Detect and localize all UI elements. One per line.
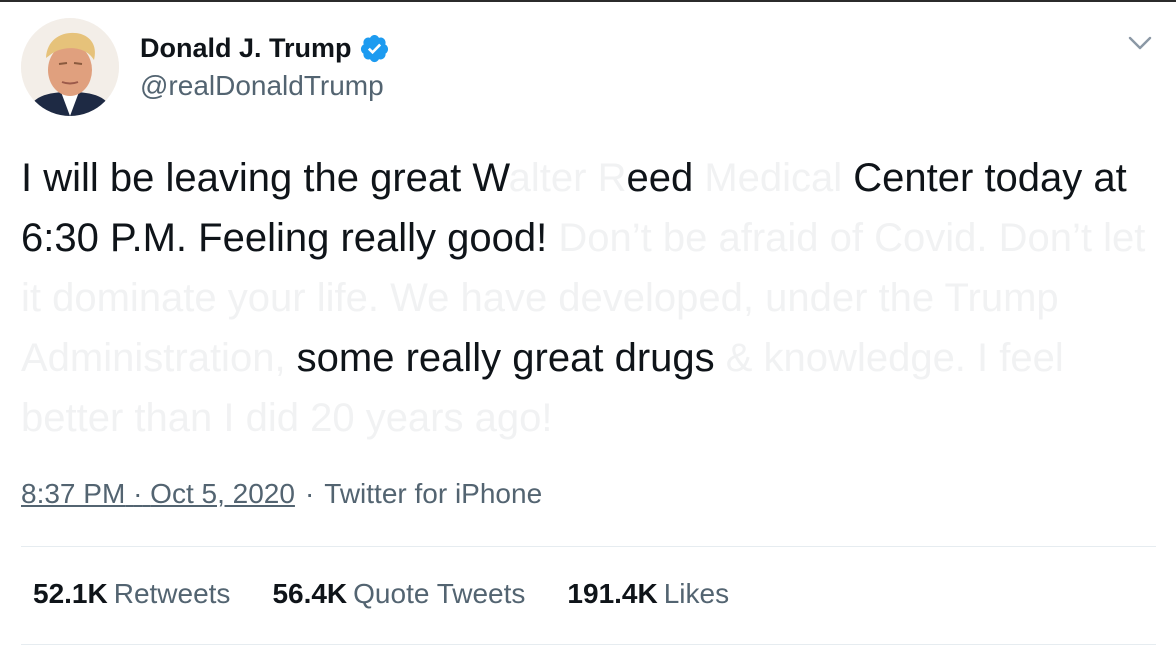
tweet-timestamp-link[interactable]: 8:37 PM · Oct 5, 2020: [21, 478, 295, 510]
profile-photo-icon: [21, 18, 119, 116]
tweet-text-segment: eed: [626, 156, 694, 200]
chevron-down-icon[interactable]: [1126, 32, 1154, 54]
author-row: Donald J. Trump: [140, 30, 390, 66]
tweet-stats: 52.1K Retweets 56.4K Quote Tweets 191.4K Li…: [33, 578, 771, 610]
quote-tweets-label: Quote Tweets: [353, 578, 526, 609]
quote-tweets-stat[interactable]: 56.4K Quote Tweets: [272, 578, 525, 610]
divider: [21, 546, 1156, 547]
meta-separator: ·: [133, 478, 143, 509]
tweet-text-segment: I will be leaving the great W: [21, 156, 509, 200]
retweets-count: 52.1K: [33, 578, 108, 609]
author-name[interactable]: Donald J. Trump: [140, 33, 352, 64]
tweet-source[interactable]: Twitter for iPhone: [324, 478, 542, 510]
top-border: [0, 0, 1176, 2]
retweets-label: Retweets: [113, 578, 231, 609]
meta-separator: ·: [304, 478, 315, 509]
avatar[interactable]: [21, 18, 119, 116]
tweet-text-faded-segment: Medical: [693, 156, 854, 200]
divider: [21, 644, 1156, 645]
likes-label: Likes: [663, 578, 730, 609]
verified-badge-icon: [360, 34, 388, 62]
retweets-stat[interactable]: 52.1K Retweets: [33, 578, 230, 610]
tweet-time: 8:37 PM: [21, 478, 126, 509]
tweet-meta: 8:37 PM · Oct 5, 2020 · Twitter for iPho…: [21, 478, 542, 510]
likes-count: 191.4K: [567, 578, 658, 609]
likes-stat[interactable]: 191.4K Likes: [567, 578, 729, 610]
tweet-text-faded-segment: alter R: [508, 156, 627, 200]
quote-tweets-count: 56.4K: [272, 578, 348, 609]
author-handle[interactable]: @realDonaldTrump: [140, 70, 384, 102]
tweet-text-segment: some really great drugs: [296, 336, 726, 380]
tweet-date: Oct 5, 2020: [150, 478, 295, 509]
tweet-text: I will be leaving the great Walter Reed …: [21, 148, 1161, 448]
